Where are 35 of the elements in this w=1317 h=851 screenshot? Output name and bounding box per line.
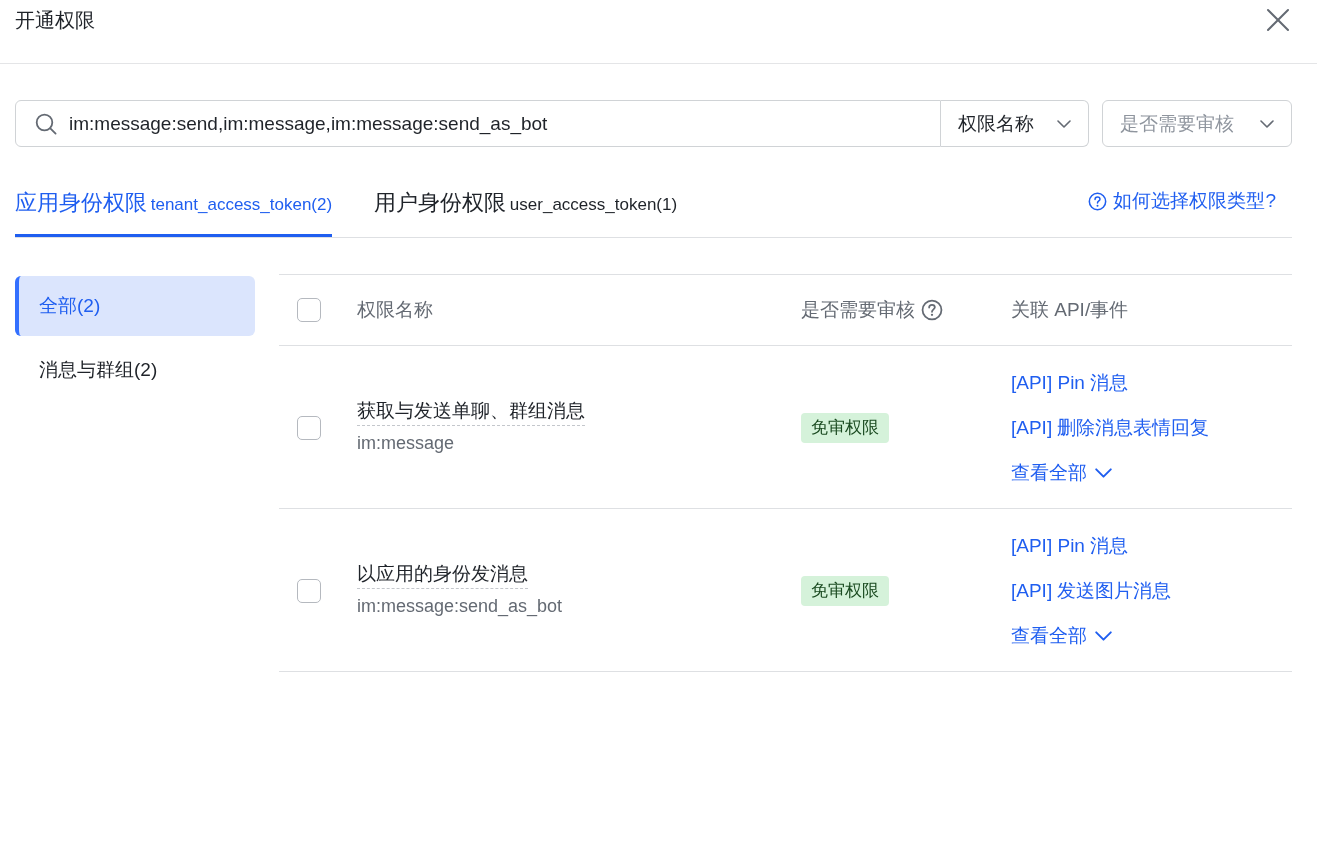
search-icon <box>35 112 57 135</box>
approval-tag: 免审权限 <box>801 412 889 443</box>
search-field[interactable]: im:message:send,im:message,im:message:send_as_bot <box>15 100 941 147</box>
close-icon[interactable] <box>1266 8 1290 32</box>
column-header: 权限名称 <box>357 298 433 322</box>
column-header: 是否需要审核 <box>801 298 915 322</box>
tab[interactable]: 应用身份权限 tenant_access_token(2) <box>15 167 333 237</box>
api-link[interactable]: [API] 删除消息表情回复 <box>1011 405 1210 450</box>
chevron-down-icon <box>1057 119 1071 128</box>
dialog-title: 开通权限 <box>15 8 95 33</box>
api-link[interactable]: [API] Pin 消息 <box>1011 360 1129 405</box>
api-link[interactable]: [API] 发送图片消息 <box>1011 568 1172 613</box>
view-all-link[interactable]: 查看全部 <box>1011 450 1112 495</box>
help-link[interactable]: 如何选择权限类型? <box>1088 167 1292 234</box>
permission-name: 获取与发送单聊、群组消息 <box>357 397 585 426</box>
chevron-down-icon <box>1260 119 1274 128</box>
category-item[interactable]: 全部(2) <box>15 276 255 336</box>
api-link[interactable]: [API] Pin 消息 <box>1011 523 1129 568</box>
chevron-down-icon <box>1095 467 1112 478</box>
category-item[interactable]: 消息与群组(2) <box>15 340 255 400</box>
tab[interactable]: 用户身份权限 user_access_token(1) <box>374 167 678 237</box>
permission-scope: im:message:send_as_bot <box>357 595 563 619</box>
help-icon <box>1088 191 1108 211</box>
filter-dropdown[interactable]: 是否需要审核 <box>1102 100 1292 147</box>
checkbox[interactable] <box>297 415 321 440</box>
approval-tag: 免审权限 <box>801 575 889 606</box>
permission-scope: im:message <box>357 432 455 455</box>
permission-name: 以应用的身份发消息 <box>357 560 528 589</box>
chevron-down-icon <box>1095 630 1112 641</box>
field-dropdown[interactable]: 权限名称 <box>941 100 1089 147</box>
column-header: 关联 API/事件 <box>1011 298 1129 322</box>
search-input[interactable]: im:message:send,im:message,im:message:send_as_bot <box>69 112 940 135</box>
checkbox[interactable] <box>297 578 321 603</box>
checkbox[interactable] <box>297 298 321 322</box>
view-all-link[interactable]: 查看全部 <box>1011 613 1112 658</box>
